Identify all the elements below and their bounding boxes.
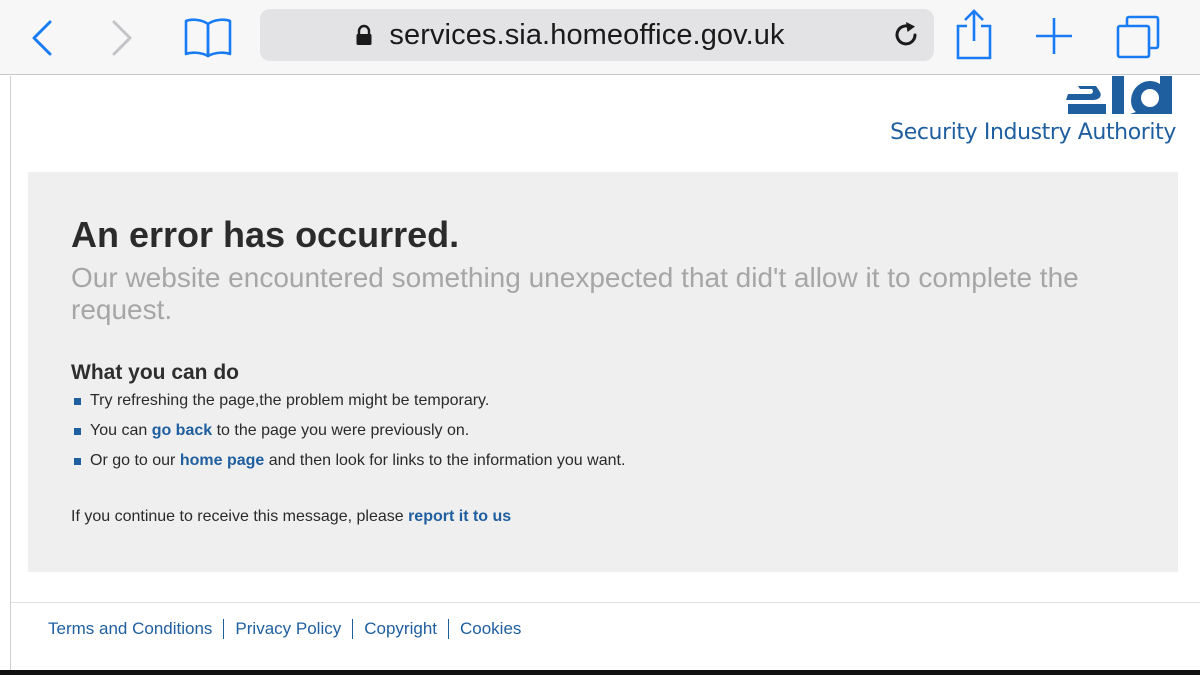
error-description: Our website encountered something unexpe… [71, 262, 1079, 325]
page-left-border [10, 76, 11, 671]
cookies-link[interactable]: Cookies [460, 619, 521, 639]
suggestion-text: Or go to our [90, 452, 180, 469]
list-item: Try refreshing the page,the problem migh… [74, 391, 625, 421]
footer-separator [223, 619, 225, 639]
contact-text: If you continue to receive this message,… [71, 508, 409, 525]
suggestion-list: Try refreshing the page,the problem migh… [74, 391, 625, 481]
book-icon[interactable] [180, 12, 236, 62]
terms-link[interactable]: Terms and Conditions [48, 619, 212, 639]
footer-separator [352, 619, 354, 639]
error-panel: An error has occurred. Our website encou… [28, 172, 1178, 572]
bullet-icon [74, 397, 81, 405]
web-page: Security Industry Authority An error has… [0, 76, 1200, 675]
bullet-icon [74, 427, 81, 435]
share-icon[interactable] [948, 6, 1000, 62]
screen-bottom-edge [0, 670, 1200, 675]
bullet-icon [74, 457, 81, 465]
suggestion-refresh: Try refreshing the page,the problem migh… [90, 390, 489, 412]
plus-icon[interactable] [1030, 12, 1078, 60]
suggestion-text: Try refreshing the page,the problem migh… [90, 392, 490, 409]
url-text: services.sia.homeoffice.gov.uk [389, 18, 785, 51]
reload-icon[interactable] [890, 19, 922, 51]
suggestion-text: and then look for links to the informati… [264, 452, 626, 469]
chevron-left-icon[interactable] [22, 16, 62, 60]
contact-message: If you continue to receive this message,… [71, 508, 511, 526]
suggestion-home-page: Or go to our home page and then look for… [90, 450, 625, 472]
suggestion-text: You can [90, 422, 152, 439]
address-bar[interactable]: services.sia.homeoffice.gov.uk [260, 9, 934, 61]
footer-separator [448, 619, 449, 639]
tabs-icon[interactable] [1110, 10, 1166, 64]
sia-logo-text: Security Industry Authority [890, 120, 1176, 145]
report-link[interactable]: report it to us [408, 508, 511, 525]
suggestion-text: to the page you were previously on. [212, 422, 470, 439]
copyright-link[interactable]: Copyright [364, 619, 437, 639]
home-page-link[interactable]: home page [180, 452, 264, 469]
browser-toolbar: services.sia.homeoffice.gov.uk [0, 0, 1200, 75]
go-back-link[interactable]: go back [152, 422, 212, 439]
footer-nav: Terms and Conditions Privacy Policy Copy… [48, 619, 521, 639]
lock-icon [355, 24, 373, 46]
error-title: An error has occurred. [71, 214, 460, 255]
footer-divider [11, 602, 1200, 603]
chevron-right-icon[interactable] [102, 16, 142, 60]
list-item: You can go back to the page you were pre… [74, 421, 625, 451]
sia-logo-mark [1066, 76, 1172, 114]
suggestion-go-back: You can go back to the page you were pre… [90, 420, 469, 442]
sia-logo[interactable]: Security Industry Authority [880, 76, 1180, 156]
what-you-can-do-heading: What you can do [71, 361, 239, 384]
list-item: Or go to our home page and then look for… [74, 451, 625, 481]
url-display[interactable]: services.sia.homeoffice.gov.uk [260, 9, 880, 61]
privacy-link[interactable]: Privacy Policy [235, 619, 341, 639]
